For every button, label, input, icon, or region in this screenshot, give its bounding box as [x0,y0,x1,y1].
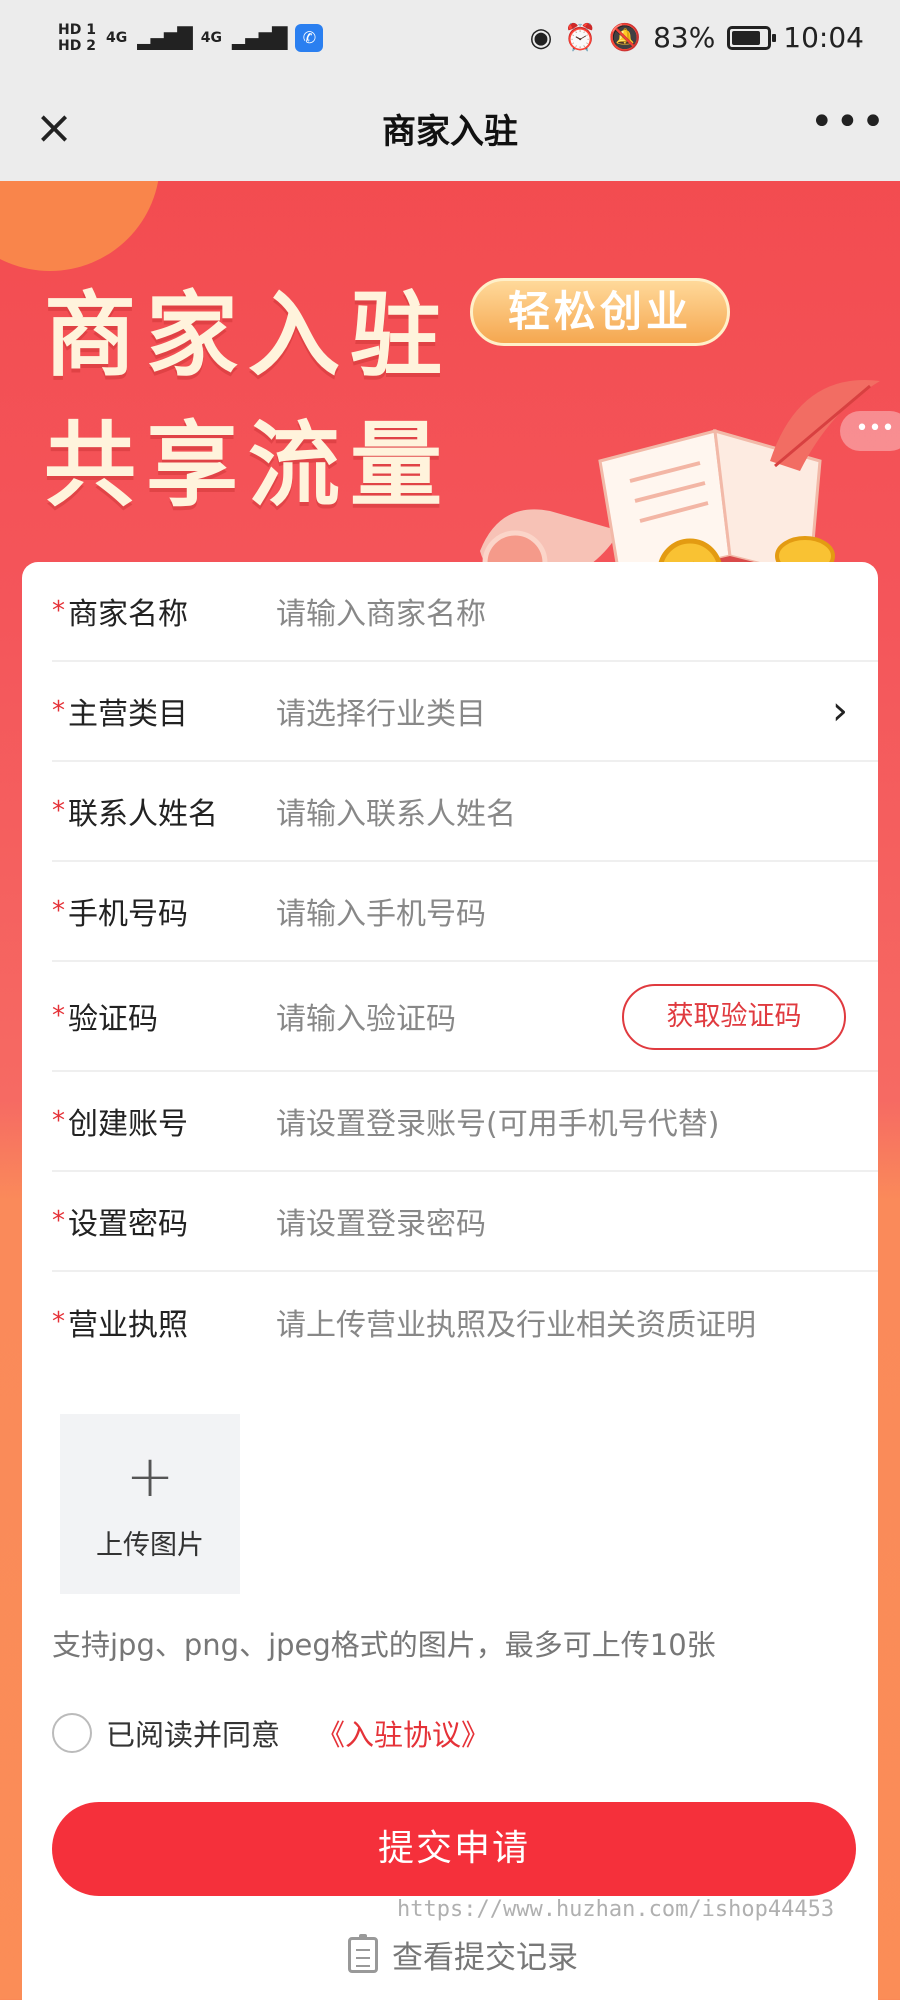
required-mark: * [52,1307,65,1337]
view-records-link[interactable]: 查看提交记录 [348,1932,578,1977]
phone-input[interactable]: 请输入手机号码 [276,889,878,933]
account-input[interactable]: 请设置登录账号(可用手机号代替) [276,1099,878,1143]
contact-name-input[interactable]: 请输入联系人姓名 [276,789,878,833]
plus-icon: + [125,1441,175,1510]
watermark: https://www.huzhan.com/ishop44453 [397,1897,835,1922]
merchant-form: * 商家名称 请输入商家名称 * 主营类目 请选择行业类目 › * 联系人姓名 … [22,562,878,2000]
password-input[interactable]: 请设置登录密码 [276,1199,878,1243]
form-row-merchant-name[interactable]: * 商家名称 请输入商家名称 [52,562,878,662]
contact-name-label: 联系人姓名 [68,797,218,832]
hd1-label: HD 1 [58,21,96,38]
banner-headline-2: 共享流量 [44,412,453,519]
form-row-verify-code[interactable]: * 验证码 请输入验证码 获取验证码 [52,962,878,1072]
signal-2-label: 4G [200,29,222,46]
category-select[interactable]: 请选择行业类目 [276,689,878,733]
banner-badge: 轻松创业 [470,278,730,346]
submit-button[interactable]: 提交申请 [52,1802,856,1896]
banner-headline-1: 商家入驻 [44,282,453,389]
battery-fill [732,30,761,45]
required-mark: * [52,596,65,626]
form-row-phone[interactable]: * 手机号码 请输入手机号码 [52,862,878,962]
book-illustration-icon: ★ [480,380,880,581]
clock: 10:04 [783,21,864,54]
status-bar: HD 1 HD 2 4G ▂▄▆█ 4G ▂▄▆█ ✆ ◉ ⏰ 🔕 83% 10… [0,0,900,75]
upload-image-button[interactable]: + 上传图片 [60,1414,240,1594]
signal-1-icon: ▂▄▆█ [137,25,193,50]
status-left: HD 1 HD 2 4G ▂▄▆█ 4G ▂▄▆█ ✆ [58,22,324,54]
upload-label: 上传图片 [96,1529,204,1561]
verify-code-label: 验证码 [68,1002,158,1037]
hd-indicator: HD 1 HD 2 [58,22,96,54]
agreement-checkbox[interactable] [52,1713,92,1753]
form-row-account[interactable]: * 创建账号 请设置登录账号(可用手机号代替) [52,1072,878,1172]
required-mark: * [52,896,65,926]
chevron-right-icon[interactable]: › [832,688,848,734]
agreement-text: 已阅读并同意 [106,1718,281,1752]
agreement-link[interactable]: 《入驻协议》 [316,1712,490,1754]
required-mark: * [52,1001,65,1031]
hero-banner: 商家入驻 轻松创业 共享流量 ★ ••• [0,181,900,581]
form-row-license: * 营业执照 请上传营业执照及行业相关资质证明 [52,1272,878,1372]
phone-label: 手机号码 [68,897,188,932]
required-mark: * [52,796,65,826]
close-icon[interactable]: × [24,97,84,157]
nav-bar: × 商家入驻 ••• [0,75,900,181]
status-right: ◉ ⏰ 🔕 83% 10:04 [530,21,864,54]
banner-more-icon[interactable]: ••• [840,411,900,451]
records-label: 查看提交记录 [392,1940,578,1976]
password-label: 设置密码 [68,1207,188,1242]
battery-percent: 83% [653,21,716,54]
mute-bell-icon: 🔕 [608,22,642,53]
required-mark: * [52,1106,65,1136]
get-code-button[interactable]: 获取验证码 [622,984,846,1050]
app-notification-icon: ✆ [295,23,324,52]
decorative-circle [0,181,160,271]
form-row-password[interactable]: * 设置密码 请设置登录密码 [52,1172,878,1272]
agreement-row: 已阅读并同意 《入驻协议》 [52,1712,490,1754]
signal-1-label: 4G [105,29,128,46]
merchant-name-label: 商家名称 [68,597,188,632]
signal-2-icon: ▂▄▆█ [231,25,288,50]
category-label: 主营类目 [68,697,188,732]
upload-hint: 支持jpg、png、jpeg格式的图片，最多可上传10张 [52,1628,716,1662]
eye-icon: ◉ [529,22,553,53]
account-label: 创建账号 [68,1107,188,1142]
license-hint: 请上传营业执照及行业相关资质证明 [276,1308,756,1343]
clipboard-icon [348,1933,378,1973]
hd2-label: HD 2 [58,37,96,54]
more-icon[interactable]: ••• [810,97,885,157]
form-row-category[interactable]: * 主营类目 请选择行业类目 › [52,662,878,762]
license-label: 营业执照 [68,1308,188,1343]
page-title: 商家入驻 [382,111,518,152]
alarm-icon: ⏰ [564,22,597,53]
battery-icon [727,25,777,50]
merchant-name-input[interactable]: 请输入商家名称 [276,589,878,633]
required-mark: * [52,1206,65,1236]
required-mark: * [52,696,65,726]
form-row-contact-name[interactable]: * 联系人姓名 请输入联系人姓名 [52,762,878,862]
